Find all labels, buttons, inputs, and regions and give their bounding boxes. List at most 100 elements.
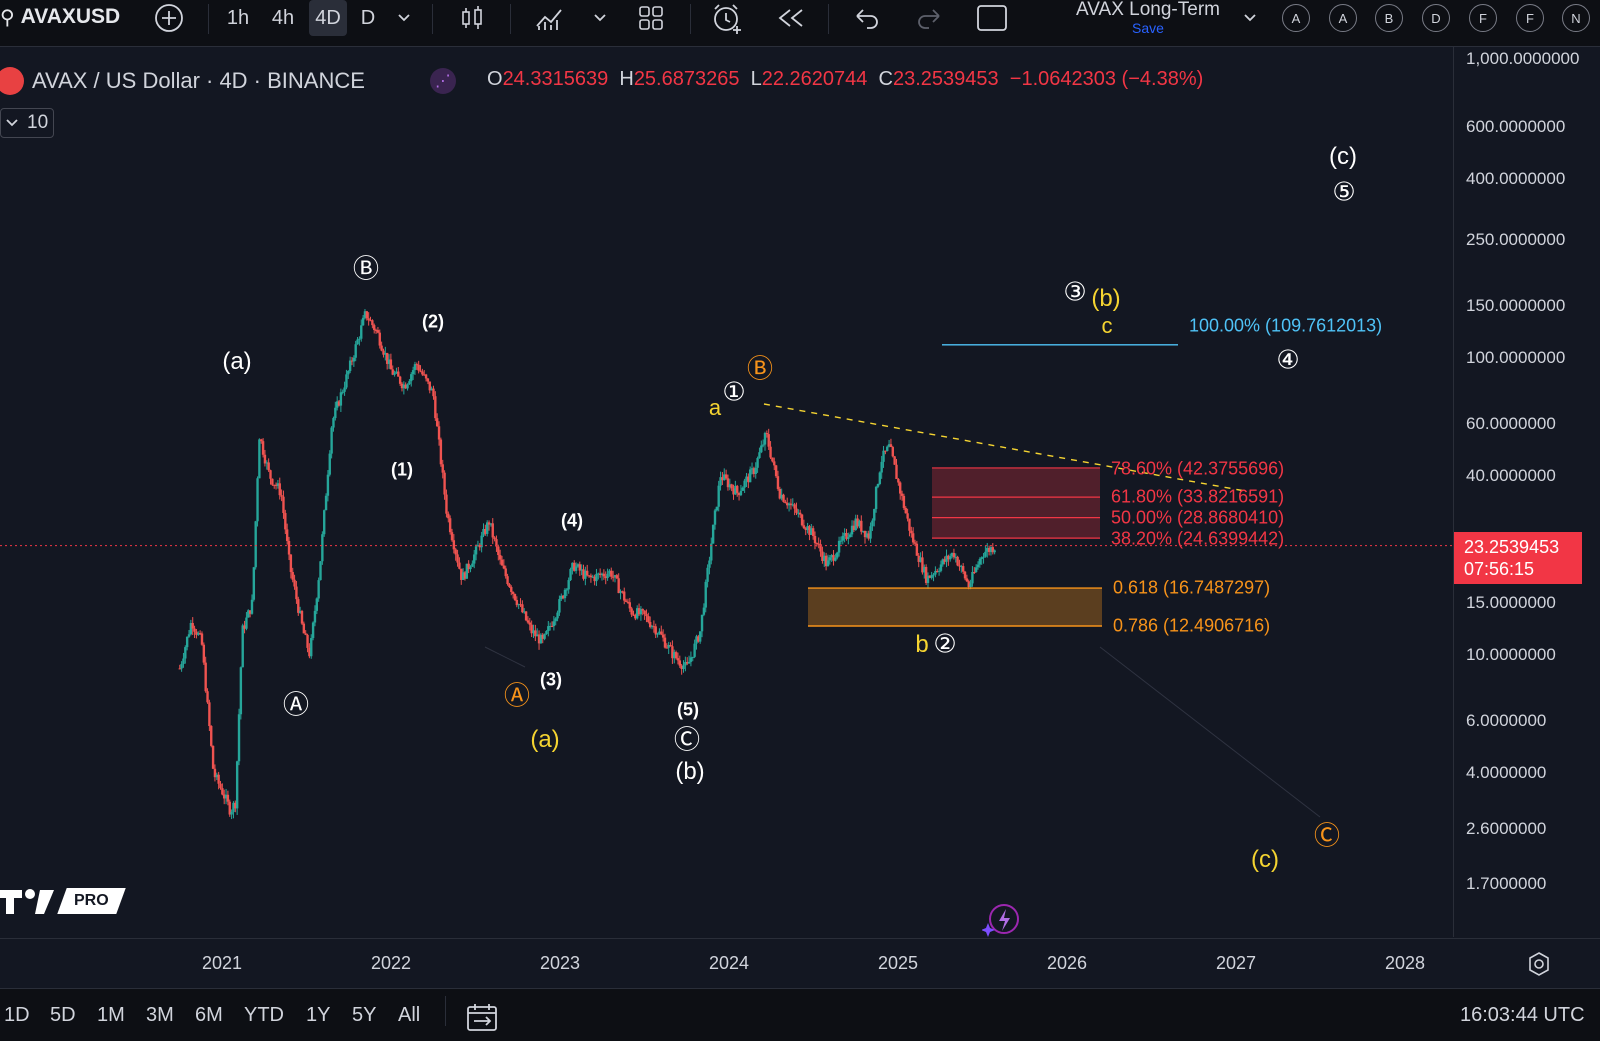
wave-label: (c) (1251, 846, 1279, 873)
drawing-tool-a2[interactable]: A (1329, 4, 1357, 32)
candle-body (676, 658, 680, 661)
date-range-button[interactable] (466, 1002, 500, 1032)
range-all[interactable]: All (398, 1004, 420, 1027)
candle-body (893, 456, 896, 465)
range-ytd[interactable]: YTD (244, 1004, 284, 1027)
redo-button[interactable] (912, 0, 946, 36)
time-label: 2022 (370, 953, 412, 973)
candle-body (271, 478, 274, 485)
alert-button[interactable] (708, 0, 746, 36)
candle-body (610, 570, 613, 577)
candle-body (373, 325, 376, 331)
layouts-button[interactable] (634, 0, 668, 36)
wave-label: (1) (391, 459, 413, 480)
candle-body (871, 520, 874, 527)
replay-button[interactable] (774, 0, 808, 36)
candle-body (282, 496, 285, 514)
candle-body (765, 433, 769, 435)
candle-body (704, 581, 707, 608)
layout-dropdown[interactable] (1240, 0, 1260, 36)
candle-body (617, 578, 620, 594)
sparkle-bolt-icon (981, 904, 1019, 937)
interval-dropdown[interactable] (394, 0, 414, 36)
range-5d[interactable]: 5D (50, 1004, 76, 1027)
undo-button[interactable] (850, 0, 884, 36)
indicator-toggle[interactable]: 10 (0, 108, 54, 138)
symbol-search[interactable]: ⚲ AVAXUSD (0, 0, 120, 34)
wave-label: (3) (540, 669, 562, 690)
range-1y[interactable]: 1Y (306, 1004, 330, 1027)
interval-4d[interactable]: 4D (309, 0, 347, 36)
candle-body (811, 528, 815, 536)
utc-clock[interactable]: 16:03:44 UTC (1460, 1004, 1585, 1027)
candle-body (624, 600, 628, 602)
candle-body (306, 634, 309, 648)
drawing-tool-f1[interactable]: F (1469, 4, 1497, 32)
interval-4h[interactable]: 4h (265, 0, 301, 36)
candle-body (193, 628, 196, 632)
price-label: 400.0000000 (1466, 169, 1566, 188)
fib-label-500: 50.00% (28.8680410) (1111, 507, 1285, 528)
range-3m[interactable]: 3M (146, 1004, 174, 1027)
wave-label: Ⓒ (1313, 820, 1341, 851)
candle-body (452, 540, 456, 550)
save-button[interactable]: Save (1048, 20, 1248, 36)
interval-1h[interactable]: 1h (222, 0, 254, 36)
range-5y[interactable]: 5Y (352, 1004, 376, 1027)
drawing-tool-a1[interactable]: A (1282, 4, 1310, 32)
assistant-button[interactable] (981, 903, 1020, 937)
candle-body (245, 617, 248, 629)
candle-body (969, 583, 972, 588)
candle-body (930, 575, 933, 578)
wave-label: (a) (222, 348, 252, 375)
range-1d[interactable]: 1D (4, 1004, 30, 1027)
candle-body (302, 623, 306, 634)
drawing-tool-b[interactable]: B (1375, 4, 1403, 32)
candle-body (447, 513, 450, 519)
drawing-tool-d[interactable]: D (1422, 4, 1450, 32)
tv-logo-icon (0, 889, 54, 914)
layout-name[interactable]: AVAX Long-Term (1048, 0, 1248, 20)
candle-body (310, 638, 313, 657)
candle-body (782, 494, 785, 502)
wave-label: (b) (1091, 285, 1121, 312)
candle-body (326, 474, 330, 496)
price-label: 150.0000000 (1466, 296, 1566, 315)
fullscreen-button[interactable] (974, 0, 1010, 36)
candle-body (524, 611, 528, 621)
price-label: 600.0000000 (1466, 117, 1566, 136)
indicators-dropdown[interactable] (590, 0, 610, 36)
add-symbol-button[interactable] (152, 0, 186, 36)
fib-label-0618: 0.618 (16.7487297) (1113, 577, 1271, 598)
plus-circle-icon (155, 4, 183, 32)
candle-body (898, 482, 902, 494)
candle-body (202, 644, 206, 663)
candle-body (837, 540, 841, 553)
candle-body (321, 534, 324, 562)
candle-body (432, 388, 435, 397)
candle-body (508, 584, 511, 587)
fib-label-382: 38.20% (24.6399442) (1111, 528, 1285, 549)
drawing-tool-f2[interactable]: F (1516, 4, 1544, 32)
chart-type-button[interactable] (455, 0, 489, 36)
range-6m[interactable]: 6M (195, 1004, 223, 1027)
interval-d[interactable]: D (355, 0, 381, 36)
drawing-tool-n[interactable]: N (1562, 4, 1590, 32)
wave-label: (2) (422, 311, 444, 332)
candle-body (263, 454, 267, 464)
axis-settings-button[interactable] (1525, 950, 1553, 978)
candle-body (665, 647, 669, 649)
indicators-button[interactable] (532, 0, 566, 36)
candle-body (678, 660, 682, 666)
range-1m[interactable]: 1M (97, 1004, 125, 1027)
share-icon[interactable]: ⋰ (430, 68, 456, 94)
wave-label: Ⓒ (673, 724, 701, 755)
candle-body (511, 591, 515, 594)
chevron-down-icon (1244, 14, 1256, 22)
undo-icon (856, 9, 878, 29)
candle-body (702, 607, 706, 615)
candle-body (347, 370, 350, 375)
candle-body (443, 472, 446, 495)
fib-label-0786: 0.786 (12.4906716) (1113, 615, 1271, 636)
candle-body (873, 509, 876, 521)
